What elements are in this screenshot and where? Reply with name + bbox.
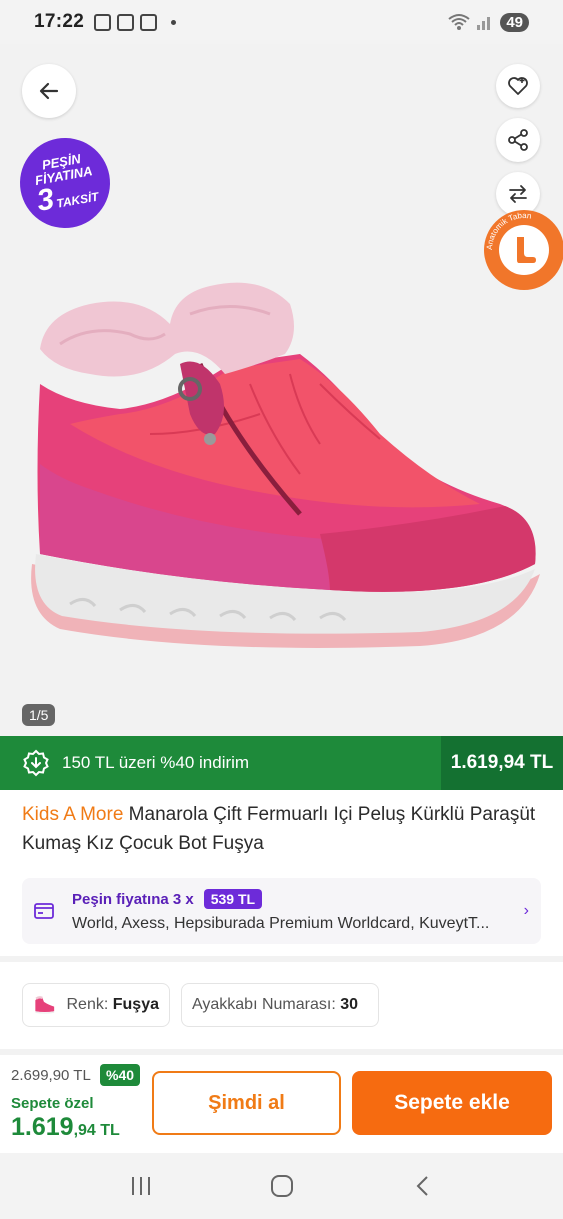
credit-card-icon [34,903,54,919]
product-title: Kids A More Manarola Çift Fermuarlı Içi … [22,800,542,858]
color-variant-selector[interactable]: Renk: Fuşya [22,983,170,1027]
chevron-left-icon [416,1176,428,1196]
size-variant-selector[interactable]: Ayakkabı Numarası: 30 [181,983,379,1027]
campaign-bar[interactable]: 150 TL üzeri %40 indirim 1.619,94 TL [0,736,563,790]
wifi-icon [448,14,470,30]
final-price: 1.619,94 TL [11,1113,120,1142]
share-button[interactable] [496,118,540,162]
product-boot-image[interactable] [0,234,563,674]
status-right: 49 [448,12,529,32]
add-to-cart-button[interactable]: Sepete ekle [352,1071,552,1135]
campaign-price: 1.619,94 TL [441,736,563,790]
installment-headline: Peşin fiyatına 3 x 539 TL [72,889,514,909]
campaign-text: 150 TL üzeri %40 indirim [62,753,250,772]
compare-icon [509,185,527,203]
heart-icon [508,77,528,95]
old-price: 2.699,90 TL [11,1067,91,1084]
product-image-gallery[interactable]: PEŞİN FİYATINA 3 TAKSİT Anatomik Taban 1… [0,44,563,736]
brand-link[interactable]: Kids A More [22,804,123,825]
color-thumbnail [35,996,55,1014]
final-price-main: 1.619 [11,1113,74,1141]
signal-icon [477,17,491,30]
recent-apps-button[interactable] [121,1166,161,1206]
badge-number: 3 [34,181,57,218]
system-back-button[interactable] [403,1166,443,1206]
section-divider [0,956,563,962]
copy-icon [117,13,135,31]
installment-texts: Peşin fiyatına 3 x 539 TL World, Axess, … [72,889,514,933]
special-price-label: Sepete özel [11,1095,94,1112]
discount-badge-icon [23,749,49,777]
color-label: Renk: [66,996,109,1013]
purchase-bar: 2.699,90 TL %40 Sepete özel 1.619,94 TL … [0,1055,563,1153]
size-label: Ayakkabı Numarası: [192,996,336,1013]
buy-now-button[interactable]: Şimdi al [152,1071,341,1135]
home-icon [270,1175,293,1197]
copy-icon [140,13,158,31]
discount-badge: %40 [100,1064,141,1086]
battery-indicator: 49 [500,12,529,32]
final-price-decimal: ,94 TL [73,1122,120,1139]
back-button[interactable] [22,64,76,118]
share-icon [508,129,528,151]
campaign-info: 150 TL üzeri %40 indirim [0,749,441,777]
installment-amount: 539 TL [203,889,263,909]
installment-label: Peşin fiyatına 3 x [72,890,194,908]
status-time: 17:22 [34,11,85,32]
installment-info-card[interactable]: Peşin fiyatına 3 x 539 TL World, Axess, … [22,878,541,944]
status-bar: 17:22 49 [0,0,563,44]
more-notifications-icon [171,19,177,25]
installment-promo-badge: PEŞİN FİYATINA 3 TAKSİT [12,130,118,236]
color-value: Fuşya [112,996,159,1013]
chevron-right-icon: › [523,902,529,919]
screenshot-icon [94,13,112,31]
installment-banks: World, Axess, Hepsiburada Premium Worldc… [72,915,490,932]
home-button[interactable] [262,1166,302,1206]
image-counter: 1/5 [22,704,56,726]
size-value: 30 [340,996,359,1013]
favorite-button[interactable] [496,64,540,108]
system-navigation-bar [0,1153,563,1219]
badge-suffix: TAKSİT [55,189,100,211]
recent-apps-icon [131,1177,150,1195]
status-notification-icons [94,13,177,31]
back-arrow-icon [39,82,59,100]
